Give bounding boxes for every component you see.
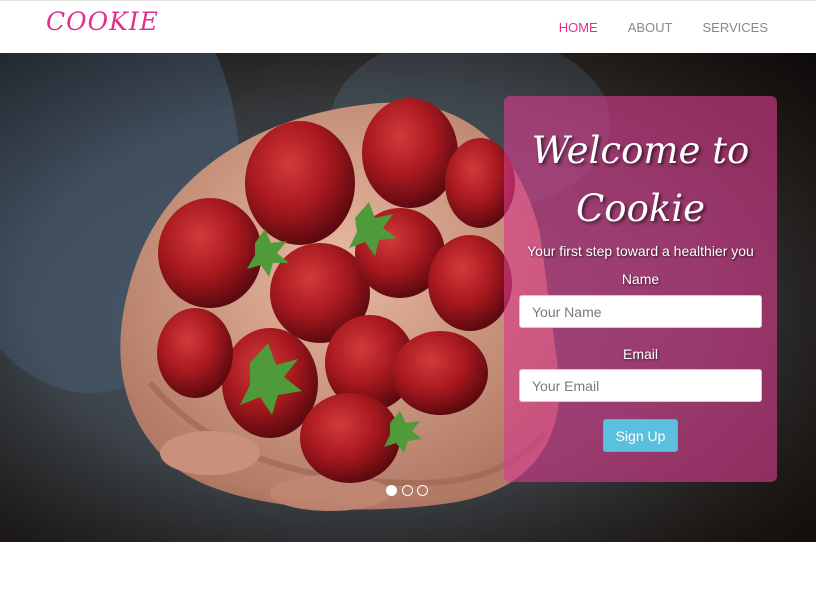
- welcome-title: Welcome to Cookie: [504, 122, 777, 238]
- top-navbar: COOKIE HOME ABOUT SERVICES: [0, 0, 816, 53]
- sign-up-button[interactable]: Sign Up: [603, 419, 678, 452]
- nav-home-link[interactable]: HOME: [559, 20, 598, 35]
- hero-carousel: Welcome to Cookie Your first step toward…: [0, 53, 816, 542]
- email-input[interactable]: [519, 369, 762, 402]
- welcome-title-line2: Cookie: [575, 187, 705, 230]
- carousel-dot-3[interactable]: [417, 485, 428, 496]
- tagline: Your first step toward a healthier you: [527, 243, 754, 259]
- carousel-dot-2[interactable]: [401, 485, 413, 496]
- main-nav: HOME ABOUT SERVICES: [529, 20, 768, 35]
- welcome-title-line1: Welcome to: [531, 129, 750, 172]
- nav-about-link[interactable]: ABOUT: [628, 20, 673, 35]
- name-input[interactable]: [519, 295, 762, 328]
- brand-logo[interactable]: COOKIE: [46, 7, 159, 36]
- nav-services-link[interactable]: SERVICES: [702, 20, 768, 35]
- signup-panel: Welcome to Cookie Your first step toward…: [504, 96, 777, 482]
- carousel-dot-1[interactable]: [386, 485, 397, 496]
- carousel-indicators: [386, 485, 433, 496]
- email-label: Email: [622, 346, 658, 362]
- name-label: Name: [621, 271, 660, 287]
